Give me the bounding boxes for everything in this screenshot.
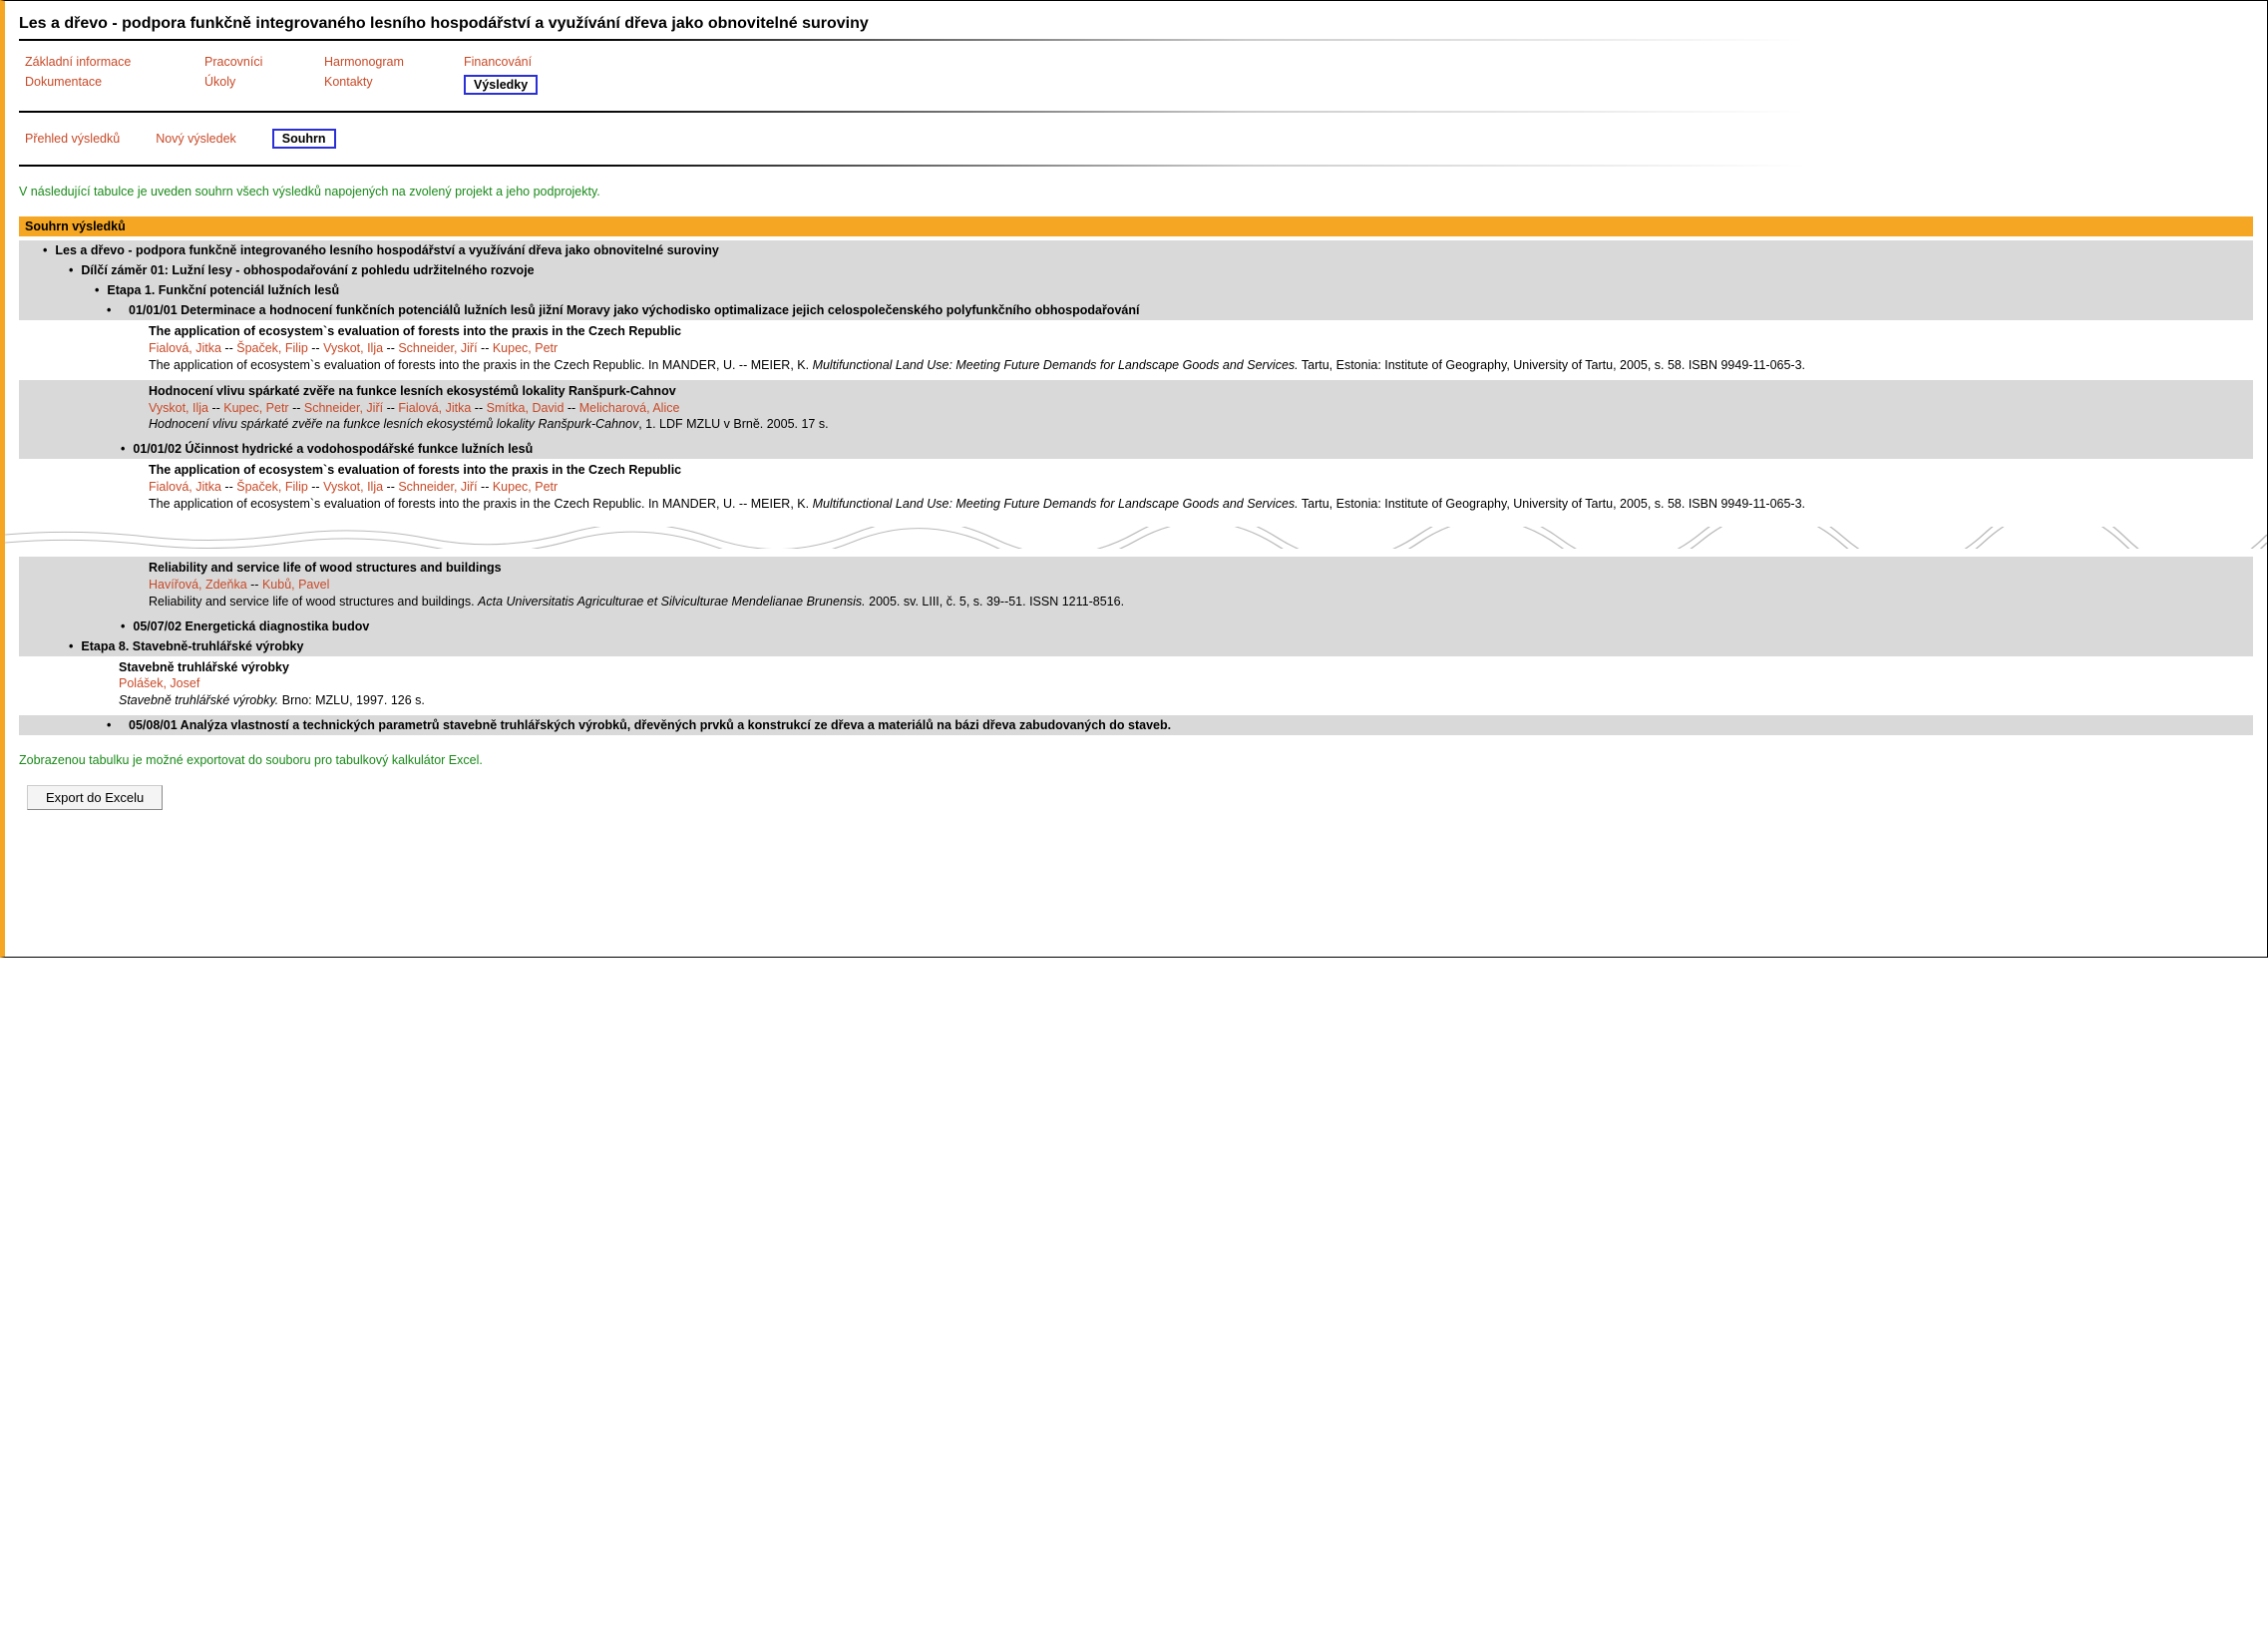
divider	[19, 165, 2253, 167]
publication-block: Hodnocení vlivu spárkaté zvěře na funkce…	[19, 380, 2253, 440]
pub-authors: Polášek, Josef	[119, 675, 2253, 692]
author-link[interactable]: Kubů, Pavel	[262, 578, 329, 592]
tree-etapa1: Etapa 1. Funkční potenciál lužních lesů	[25, 283, 339, 297]
tree-task-010101-row: 01/01/01 Determinace a hodnocení funkční…	[19, 300, 2253, 320]
author-link[interactable]: Schneider, Jiří	[304, 401, 383, 415]
primary-nav: Základní informace Pracovníci Harmonogra…	[25, 55, 2253, 95]
pub-citation: Hodnocení vlivu spárkaté zvěře na funkce…	[149, 416, 2253, 433]
tree-dilci: Dílčí záměr 01: Lužní lesy - obhospodařo…	[25, 263, 535, 277]
publication-block: The application of ecosystem`s evaluatio…	[19, 459, 2253, 519]
author-link[interactable]: Schneider, Jiří	[398, 480, 477, 494]
export-excel-button[interactable]: Export do Excelu	[27, 785, 163, 810]
nav-basic-info[interactable]: Základní informace	[25, 55, 204, 69]
publication-block: Reliability and service life of wood str…	[19, 557, 2253, 616]
tree-task-010102: 01/01/02 Účinnost hydrické a vodohospodá…	[25, 442, 533, 456]
pub-authors: Vyskot, Ilja -- Kupec, Petr -- Schneider…	[149, 400, 2253, 417]
divider	[19, 111, 2253, 113]
tree-project: Les a dřevo - podpora funkčně integrovan…	[25, 243, 719, 257]
author-link[interactable]: Kupec, Petr	[223, 401, 288, 415]
tree-task-050702-row: 05/07/02 Energetická diagnostika budov	[19, 616, 2253, 636]
tree-project-row: Les a dřevo - podpora funkčně integrovan…	[19, 240, 2253, 260]
nav-contacts[interactable]: Kontakty	[324, 75, 464, 95]
pub-title: Stavebně truhlářské výrobky	[119, 659, 2253, 676]
pub-citation: The application of ecosystem`s evaluatio…	[149, 496, 2253, 513]
divider	[19, 39, 2253, 41]
pub-authors: Havířová, Zdeňka -- Kubů, Pavel	[149, 577, 2253, 594]
subnav-new-result[interactable]: Nový výsledek	[156, 132, 236, 146]
author-link[interactable]: Vyskot, Ilja	[323, 480, 383, 494]
author-link[interactable]: Polášek, Josef	[119, 676, 199, 690]
pub-title: Reliability and service life of wood str…	[149, 560, 2253, 577]
pub-citation: The application of ecosystem`s evaluatio…	[149, 357, 2253, 374]
nav-financing[interactable]: Financování	[464, 55, 583, 69]
publication-block: The application of ecosystem`s evaluatio…	[19, 320, 2253, 380]
pub-title: The application of ecosystem`s evaluatio…	[149, 323, 2253, 340]
intro-note: V následující tabulce je uveden souhrn v…	[19, 185, 2253, 199]
tree-etapa8: Etapa 8. Stavebně-truhlářské výrobky	[25, 639, 303, 653]
author-link[interactable]: Vyskot, Ilja	[323, 341, 383, 355]
author-link[interactable]: Schneider, Jiří	[398, 341, 477, 355]
torn-divider	[5, 527, 2267, 549]
pub-citation: Reliability and service life of wood str…	[149, 594, 2253, 611]
pub-title: The application of ecosystem`s evaluatio…	[149, 462, 2253, 479]
tree-dilci-row: Dílčí záměr 01: Lužní lesy - obhospodařo…	[19, 260, 2253, 280]
author-link[interactable]: Havířová, Zdeňka	[149, 578, 247, 592]
publication-block: Stavebně truhlářské výrobky Polášek, Jos…	[19, 656, 2253, 716]
author-link[interactable]: Fialová, Jitka	[398, 401, 471, 415]
secondary-nav: Přehled výsledků Nový výsledek Souhrn	[25, 129, 2253, 149]
nav-schedule[interactable]: Harmonogram	[324, 55, 464, 69]
nav-tasks[interactable]: Úkoly	[204, 75, 324, 95]
pub-title: Hodnocení vlivu spárkaté zvěře na funkce…	[149, 383, 2253, 400]
author-link[interactable]: Fialová, Jitka	[149, 341, 221, 355]
tree-task-050801-row: 05/08/01 Analýza vlastností a technickýc…	[19, 715, 2253, 735]
section-heading: Souhrn výsledků	[19, 216, 2253, 236]
author-link[interactable]: Smítka, David	[487, 401, 565, 415]
tree-task-050702: 05/07/02 Energetická diagnostika budov	[25, 619, 369, 633]
author-link[interactable]: Melicharová, Alice	[579, 401, 680, 415]
author-link[interactable]: Kupec, Petr	[493, 480, 558, 494]
nav-results[interactable]: Výsledky	[464, 75, 538, 95]
pub-authors: Fialová, Jitka -- Špaček, Filip -- Vysko…	[149, 340, 2253, 357]
author-link[interactable]: Vyskot, Ilja	[149, 401, 208, 415]
subnav-summary[interactable]: Souhrn	[272, 129, 336, 149]
tree-task-010102-row: 01/01/02 Účinnost hydrické a vodohospodá…	[19, 439, 2253, 459]
author-link[interactable]: Špaček, Filip	[236, 341, 308, 355]
tree-etapa8-row: Etapa 8. Stavebně-truhlářské výrobky	[19, 636, 2253, 656]
pub-authors: Fialová, Jitka -- Špaček, Filip -- Vysko…	[149, 479, 2253, 496]
subnav-overview[interactable]: Přehled výsledků	[25, 132, 120, 146]
author-link[interactable]: Kupec, Petr	[493, 341, 558, 355]
author-link[interactable]: Fialová, Jitka	[149, 480, 221, 494]
pub-citation: Stavebně truhlářské výrobky. Brno: MZLU,…	[119, 692, 2253, 709]
nav-documentation[interactable]: Dokumentace	[25, 75, 204, 95]
page-title: Les a dřevo - podpora funkčně integrovan…	[19, 15, 2253, 33]
export-note: Zobrazenou tabulku je možné exportovat d…	[19, 753, 2253, 767]
tree-etapa1-row: Etapa 1. Funkční potenciál lužních lesů	[19, 280, 2253, 300]
nav-workers[interactable]: Pracovníci	[204, 55, 324, 69]
tree-task-010101: 01/01/01 Determinace a hodnocení funkční…	[39, 303, 2247, 317]
tree-task-050801: 05/08/01 Analýza vlastností a technickýc…	[39, 718, 2247, 732]
author-link[interactable]: Špaček, Filip	[236, 480, 308, 494]
